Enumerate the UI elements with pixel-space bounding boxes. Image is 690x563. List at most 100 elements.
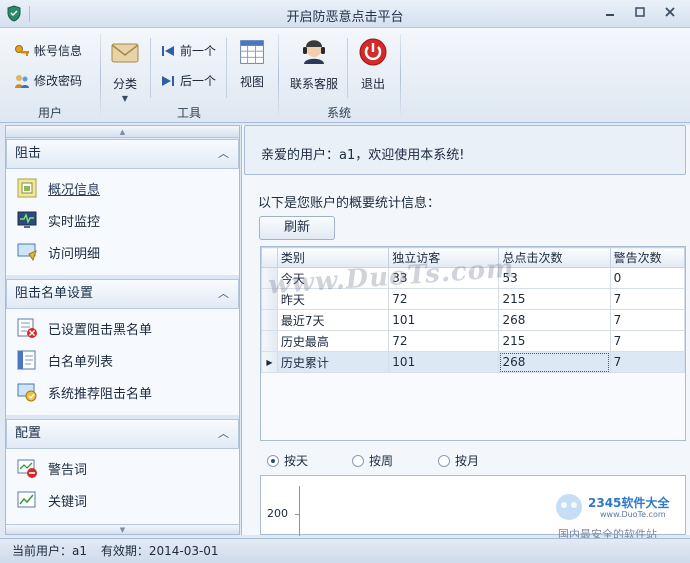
table-cell[interactable]: 7 [609, 330, 685, 352]
status-current-user: 当前用户：a1 [12, 544, 87, 558]
nav-section-body: 警告词 关键词 [6, 449, 239, 525]
scroll-up-icon[interactable]: ▲ [6, 126, 239, 138]
envelope-icon [111, 43, 139, 63]
table-cell[interactable]: 101 [388, 351, 500, 373]
trend-chart: 200 [260, 475, 686, 536]
collapse-chevron-icon[interactable]: ︿ [218, 420, 229, 448]
radio-by-day[interactable]: 按天 [267, 452, 308, 469]
main-content: 亲爱的用户：a1，欢迎使用本系统! 以下是您账户的概要统计信息： 刷新 类别 独… [241, 125, 690, 536]
chevron-down-icon: ▼ [121, 94, 129, 103]
table-cell[interactable]: 72 [388, 288, 500, 310]
table-cell[interactable]: 7 [609, 288, 685, 310]
current-row-arrow-icon[interactable]: ▶ [261, 351, 278, 373]
table-row[interactable]: 今天 33 53 0 [261, 267, 685, 289]
navigation-panel: ▲ 阻击 ︿ 概况信息 实时监控 访问明细 阻击名单设置 ︿ 已设置阻击黑名单 … [5, 125, 240, 535]
nav-item-recommended-list[interactable]: 系统推荐阻击名单 [16, 381, 152, 403]
radio-icon[interactable] [352, 454, 364, 467]
column-header[interactable]: 类别 [276, 247, 390, 268]
table-cell[interactable]: 0 [609, 267, 685, 289]
keyword-chart-icon [17, 491, 36, 508]
recommended-list-icon [17, 383, 37, 402]
button-separator [226, 38, 227, 98]
warning-chart-icon [17, 459, 37, 478]
table-cell[interactable]: 历史累计 [276, 351, 390, 373]
power-icon [359, 38, 387, 66]
table-cell[interactable]: 53 [498, 267, 611, 289]
column-header[interactable]: 独立访客 [388, 247, 500, 268]
table-cell[interactable]: 72 [388, 330, 500, 352]
welcome-banner: 亲爱的用户：a1，欢迎使用本系统! [244, 125, 686, 175]
table-row[interactable]: 历史最高 72 215 7 [261, 330, 685, 352]
stats-table: 类别 独立访客 总点击次数 警告次数 今天 33 53 0 昨天 72 215 … [260, 246, 686, 441]
nav-item-label: 概况信息 [48, 182, 101, 198]
next-label: 后一个 [180, 74, 217, 88]
grid-view-icon [240, 40, 264, 64]
table-cell[interactable]: 215 [498, 288, 611, 310]
nav-item-label: 警告词 [48, 462, 88, 478]
row-header[interactable] [261, 288, 278, 310]
table-cell[interactable]: 历史最高 [276, 330, 390, 352]
group-separator [400, 34, 401, 118]
table-cell-focused[interactable]: 268 [498, 351, 611, 373]
nav-section-block[interactable]: 阻击名单设置 ︿ [6, 279, 239, 309]
nav-item-realtime-monitor[interactable]: 实时监控 [16, 209, 100, 231]
nav-item-keywords[interactable]: 关键词 [16, 489, 87, 511]
view-label: 视图 [239, 75, 264, 89]
radio-by-month[interactable]: 按月 [438, 452, 479, 469]
nav-item-access-detail[interactable]: 访问明细 [16, 241, 100, 263]
radio-by-week[interactable]: 按周 [352, 452, 393, 469]
table-cell[interactable]: 昨天 [276, 288, 390, 310]
previous-button[interactable]: 前一个 [160, 42, 216, 59]
previous-label: 前一个 [180, 44, 217, 58]
table-header-row: 类别 独立访客 总点击次数 警告次数 [261, 247, 685, 268]
exit-button[interactable]: 退出 [354, 36, 392, 92]
radio-label: 按天 [284, 454, 309, 468]
nav-item-overview[interactable]: 概况信息 [16, 177, 100, 199]
close-icon[interactable] [657, 4, 683, 22]
row-header[interactable] [261, 267, 278, 289]
table-row[interactable]: 最近7天 101 268 7 [261, 309, 685, 331]
table-cell[interactable]: 今天 [276, 267, 390, 289]
row-header[interactable] [261, 309, 278, 331]
nav-item-label: 关键词 [48, 494, 88, 510]
contact-support-button[interactable]: 联系客服 [286, 36, 342, 92]
table-cell[interactable]: 33 [388, 267, 500, 289]
table-cell[interactable]: 268 [498, 309, 611, 331]
nav-section-title: 配置 [15, 426, 42, 441]
table-cell[interactable]: 215 [498, 330, 611, 352]
nav-item-warning-words[interactable]: 警告词 [16, 457, 87, 479]
table-cell[interactable]: 101 [388, 309, 500, 331]
table-row-selected[interactable]: ▶ 历史累计 101 268 7 [261, 351, 685, 373]
column-header[interactable]: 警告次数 [609, 247, 685, 268]
button-separator [347, 38, 348, 98]
table-cell[interactable]: 7 [609, 351, 685, 373]
refresh-button[interactable]: 刷新 [259, 216, 335, 240]
table-cell[interactable]: 7 [609, 309, 685, 331]
key-user-icon [15, 44, 29, 56]
column-header[interactable]: 总点击次数 [498, 247, 611, 268]
account-info-button[interactable]: 帐号信息 [14, 42, 82, 59]
change-password-button[interactable]: 修改密码 [14, 72, 82, 89]
next-button[interactable]: 后一个 [160, 72, 216, 89]
minimize-icon[interactable] [597, 4, 623, 22]
nav-item-whitelist[interactable]: 白名单列表 [16, 349, 113, 371]
next-icon [162, 75, 174, 86]
radio-selected-icon[interactable] [267, 454, 279, 467]
chart-y-axis [299, 486, 300, 536]
nav-section-block[interactable]: 配置 ︿ [6, 419, 239, 449]
maximize-icon[interactable] [627, 4, 653, 22]
summary-heading: 以下是您账户的概要统计信息： [258, 196, 441, 211]
table-cell[interactable]: 最近7天 [276, 309, 390, 331]
table-row[interactable]: 昨天 72 215 7 [261, 288, 685, 310]
row-header[interactable] [261, 330, 278, 352]
category-button[interactable]: 分类 ▼ [106, 36, 144, 103]
scroll-down-icon[interactable]: ▼ [6, 524, 239, 534]
collapse-chevron-icon[interactable]: ︿ [218, 280, 229, 308]
window-title: 开启防恶意点击平台 [286, 10, 404, 25]
radio-icon[interactable] [438, 454, 450, 467]
nav-section-block[interactable]: 阻击 ︿ [6, 139, 239, 169]
view-button[interactable]: 视图 [232, 38, 272, 90]
collapse-chevron-icon[interactable]: ︿ [218, 140, 229, 168]
nav-item-blacklist[interactable]: 已设置阻击黑名单 [16, 317, 152, 339]
nav-item-label: 系统推荐阻击名单 [48, 386, 153, 402]
